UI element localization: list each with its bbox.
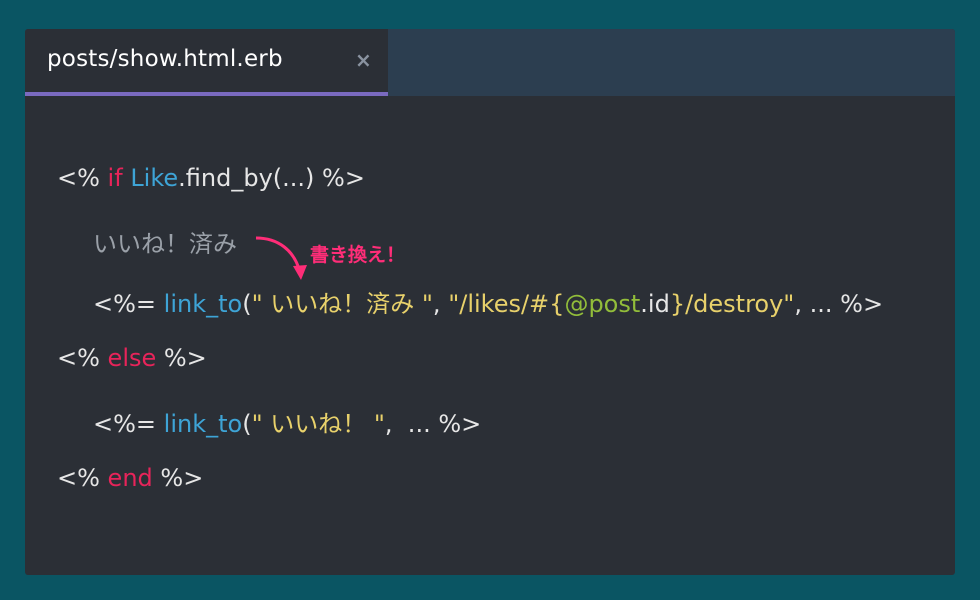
code-line-4: <%= link_to(" いいね！ ", ... %> xyxy=(93,404,481,439)
comment-line: いいね！済み xyxy=(93,230,237,258)
code-line-5: <% end %> xyxy=(57,464,203,492)
tab-title: posts/show.html.erb xyxy=(47,46,283,72)
tab-posts-show[interactable]: posts/show.html.erb × xyxy=(25,29,388,96)
keyword-end: end xyxy=(107,464,153,492)
string-literal: " いいね！済み " xyxy=(251,290,433,318)
class-name: Like xyxy=(130,164,179,192)
code-rest: , ... %> xyxy=(384,410,482,438)
erb-open-tag: <% xyxy=(57,164,108,192)
instance-variable: @post xyxy=(564,290,641,318)
method-call: .id xyxy=(640,290,670,318)
keyword-if: if xyxy=(107,164,123,192)
annotation-label: 書き換え！ xyxy=(310,244,406,266)
code-line-2: <%= link_to(" いいね！済み ", "/likes/#{@post.… xyxy=(93,284,883,319)
keyword-else: else xyxy=(107,344,157,372)
close-icon[interactable]: × xyxy=(355,48,372,72)
erb-open-tag: <%= xyxy=(93,410,164,438)
string-literal: " いいね！ " xyxy=(251,410,385,438)
paren: ( xyxy=(242,290,252,318)
erb-open-tag: <% xyxy=(57,464,108,492)
string-literal: "/likes/#{ xyxy=(448,290,565,318)
erb-open-tag: <%= xyxy=(93,290,164,318)
code-rest: %> xyxy=(152,464,204,492)
erb-open-tag: <% xyxy=(57,344,108,372)
tab-bar: posts/show.html.erb × xyxy=(25,29,955,96)
code-line-3: <% else %> xyxy=(57,344,207,372)
function-name: link_to xyxy=(163,410,243,438)
function-name: link_to xyxy=(163,290,243,318)
paren: ( xyxy=(242,410,252,438)
separator: , xyxy=(432,290,449,318)
code-rest: %> xyxy=(156,344,207,372)
code-rest: .find_by(...) %> xyxy=(178,164,365,192)
code-line-1: <% if Like.find_by(...) %> xyxy=(57,164,365,192)
string-literal: }/destroy" xyxy=(669,290,795,318)
arrow-icon xyxy=(255,236,307,280)
code-rest: , ... %> xyxy=(794,290,884,318)
